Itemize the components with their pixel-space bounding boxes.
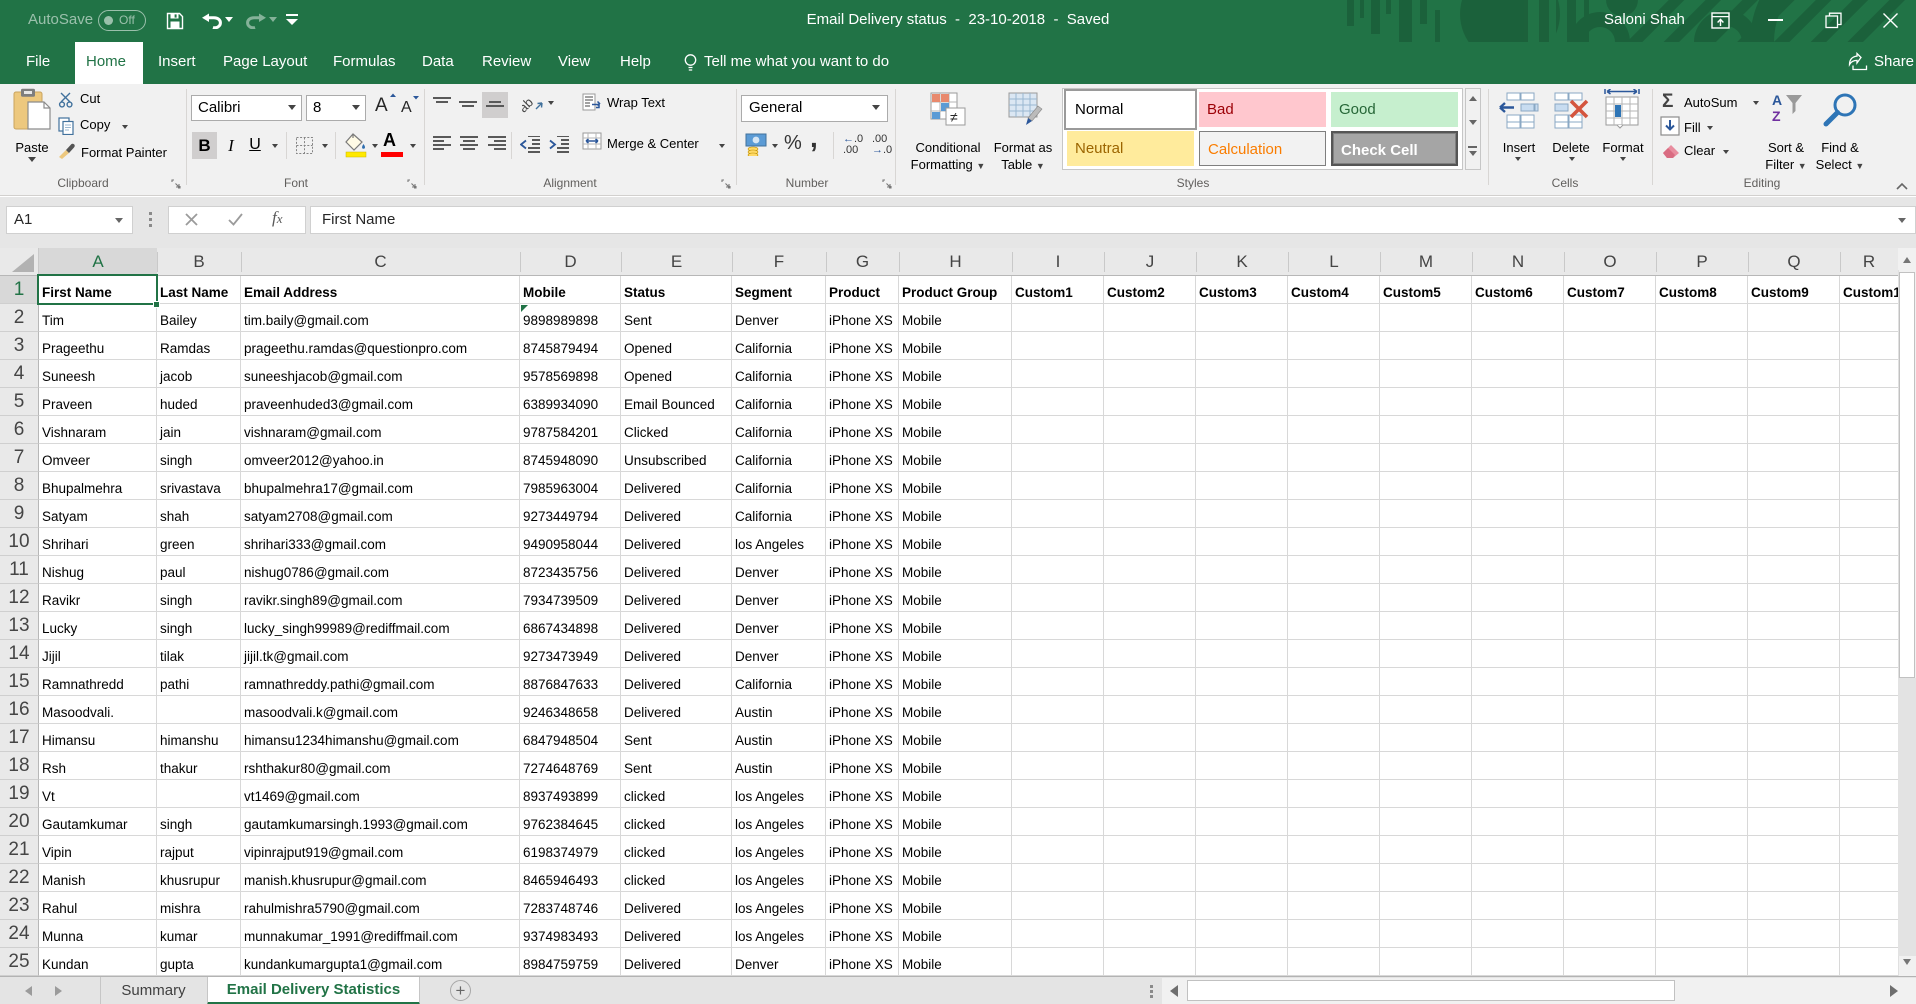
svg-text:Z: Z: [1772, 108, 1781, 122]
svg-text:A: A: [401, 99, 412, 114]
svg-text:A: A: [1772, 92, 1782, 108]
svg-text:≠: ≠: [950, 109, 958, 125]
svg-text:A: A: [375, 95, 388, 114]
svg-text:ab: ab: [522, 95, 536, 115]
